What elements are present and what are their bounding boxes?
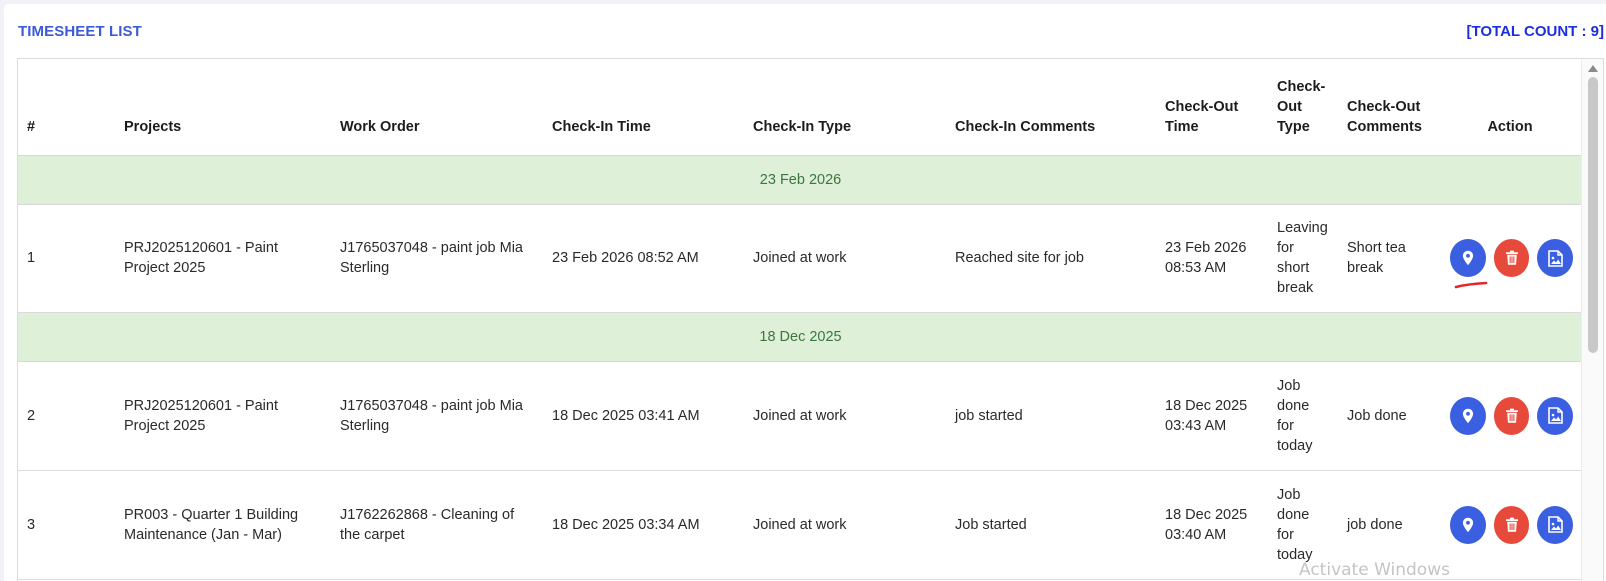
location-button[interactable]	[1450, 396, 1486, 435]
map-pin-icon	[1462, 250, 1473, 266]
date-group-label: 18 Dec 2025	[18, 312, 1583, 362]
row-work-order: J1765037048 - paint job Mia Sterling	[331, 204, 543, 313]
row-checkout-type: Leaving for short break	[1268, 204, 1338, 313]
delete-button[interactable]	[1493, 396, 1530, 435]
row-checkout-time: 18 Dec 2025 03:40 AM	[1156, 470, 1268, 580]
location-button[interactable]	[1450, 239, 1486, 277]
col-header-checkout-type: Check-Out Type	[1268, 59, 1338, 156]
col-header-checkout-comments: Check-Out Comments	[1338, 59, 1438, 156]
row-checkin-comments: Reached site for job	[946, 204, 1156, 313]
row-number: 2	[18, 361, 115, 471]
row-project: PRJ2025120601 - Paint Project 2025	[115, 361, 331, 471]
trash-icon	[1505, 517, 1518, 532]
col-header-checkin-type: Check-In Type	[744, 59, 946, 156]
col-header-projects: Projects	[115, 59, 331, 156]
date-group-row: 18 Dec 2025	[18, 312, 1583, 362]
row-actions	[1438, 361, 1583, 471]
row-checkin-time: 18 Dec 2025 03:34 AM	[543, 470, 744, 580]
row-checkout-type: Job done for today	[1268, 361, 1338, 471]
map-pin-icon	[1462, 408, 1473, 423]
delete-button[interactable]	[1493, 505, 1530, 544]
delete-button[interactable]	[1493, 239, 1530, 277]
table-row: 1 PRJ2025120601 - Paint Project 2025 J17…	[18, 204, 1583, 313]
image-file-icon	[1547, 407, 1563, 424]
col-header-action: Action	[1438, 59, 1583, 156]
total-count: [TOTAL COUNT : 9]	[1466, 23, 1605, 40]
col-header-checkin-comments: Check-In Comments	[946, 59, 1156, 156]
trash-icon	[1505, 408, 1518, 423]
table-header-row: # Projects Work Order Check-In Time Chec…	[18, 59, 1583, 156]
row-checkout-time: 18 Dec 2025 03:43 AM	[1156, 361, 1268, 471]
image-button[interactable]	[1537, 396, 1574, 435]
date-group-row: 23 Feb 2026	[18, 155, 1583, 205]
row-number: 3	[18, 470, 115, 580]
row-work-order: J1762262868 - Cleaning of the carpet	[331, 470, 543, 580]
row-checkin-type: Joined at work	[744, 361, 946, 471]
vertical-scrollbar[interactable]	[1581, 59, 1603, 581]
scroll-up-arrow-icon[interactable]	[1588, 65, 1598, 72]
row-checkout-time: 23 Feb 2026 08:53 AM	[1156, 204, 1268, 313]
map-pin-icon	[1462, 517, 1473, 532]
red-underline-mark	[1454, 281, 1488, 289]
image-file-icon	[1547, 249, 1563, 267]
image-file-icon	[1547, 516, 1563, 533]
windows-activation-watermark: Activate Windows	[1299, 560, 1450, 580]
row-checkin-comments: job started	[946, 361, 1156, 471]
image-button[interactable]	[1537, 239, 1574, 277]
timesheet-table-container: # Projects Work Order Check-In Time Chec…	[17, 58, 1604, 581]
date-group-label: 23 Feb 2026	[18, 155, 1583, 205]
col-header-number: #	[18, 59, 115, 156]
row-number: 1	[18, 204, 115, 313]
row-checkin-type: Joined at work	[744, 204, 946, 313]
row-actions	[1438, 204, 1583, 313]
trash-icon	[1505, 250, 1518, 265]
row-project: PR003 - Quarter 1 Building Maintenance (…	[115, 470, 331, 580]
row-checkout-comments: Short tea break	[1338, 204, 1438, 313]
row-project: PRJ2025120601 - Paint Project 2025	[115, 204, 331, 313]
col-header-checkin-time: Check-In Time	[543, 59, 744, 156]
row-work-order: J1765037048 - paint job Mia Sterling	[331, 361, 543, 471]
location-button[interactable]	[1450, 505, 1486, 544]
page-title: TIMESHEET LIST	[18, 23, 142, 40]
row-actions	[1438, 470, 1583, 580]
image-button[interactable]	[1537, 505, 1574, 544]
col-header-work-order: Work Order	[331, 59, 543, 156]
row-checkin-comments: Job started	[946, 470, 1156, 580]
timesheet-table: # Projects Work Order Check-In Time Chec…	[18, 59, 1583, 580]
row-checkin-type: Joined at work	[744, 470, 946, 580]
row-checkout-comments: Job done	[1338, 361, 1438, 471]
timesheet-panel: TIMESHEET LIST [TOTAL COUNT : 9] # Proje…	[4, 4, 1606, 581]
col-header-checkout-time: Check-Out Time	[1156, 59, 1268, 156]
table-row: 2 PRJ2025120601 - Paint Project 2025 J17…	[18, 361, 1583, 471]
row-checkin-time: 18 Dec 2025 03:41 AM	[543, 361, 744, 471]
row-checkin-time: 23 Feb 2026 08:52 AM	[543, 204, 744, 313]
scrollbar-thumb[interactable]	[1588, 77, 1598, 353]
